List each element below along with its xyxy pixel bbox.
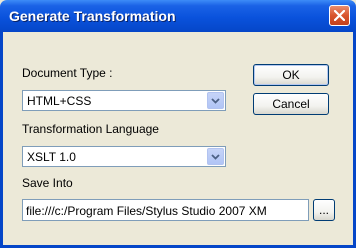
save-into-value: file:///c:/Program Files/Stylus Studio 2… [26, 204, 267, 218]
close-button[interactable] [329, 5, 350, 26]
transformation-language-label: Transformation Language [22, 122, 159, 136]
browse-button[interactable]: ... [313, 199, 335, 221]
dropdown-arrow[interactable] [207, 92, 224, 109]
dropdown-arrow[interactable] [207, 148, 224, 165]
title-bar[interactable]: Generate Transformation [0, 0, 356, 32]
save-into-field[interactable]: file:///c:/Program Files/Stylus Studio 2… [22, 199, 309, 221]
save-into-label: Save Into [22, 176, 73, 190]
window-title: Generate Transformation [9, 8, 176, 24]
document-type-select[interactable]: HTML+CSS [22, 90, 226, 111]
close-icon [334, 10, 345, 21]
transformation-language-select[interactable]: XSLT 1.0 [22, 146, 226, 167]
transformation-language-value: XSLT 1.0 [27, 150, 76, 164]
chevron-down-icon [211, 97, 220, 104]
document-type-label: Document Type : [22, 66, 113, 80]
cancel-button[interactable]: Cancel [253, 93, 329, 115]
ok-button[interactable]: OK [253, 64, 329, 86]
chevron-down-icon [211, 153, 220, 160]
document-type-value: HTML+CSS [27, 94, 92, 108]
